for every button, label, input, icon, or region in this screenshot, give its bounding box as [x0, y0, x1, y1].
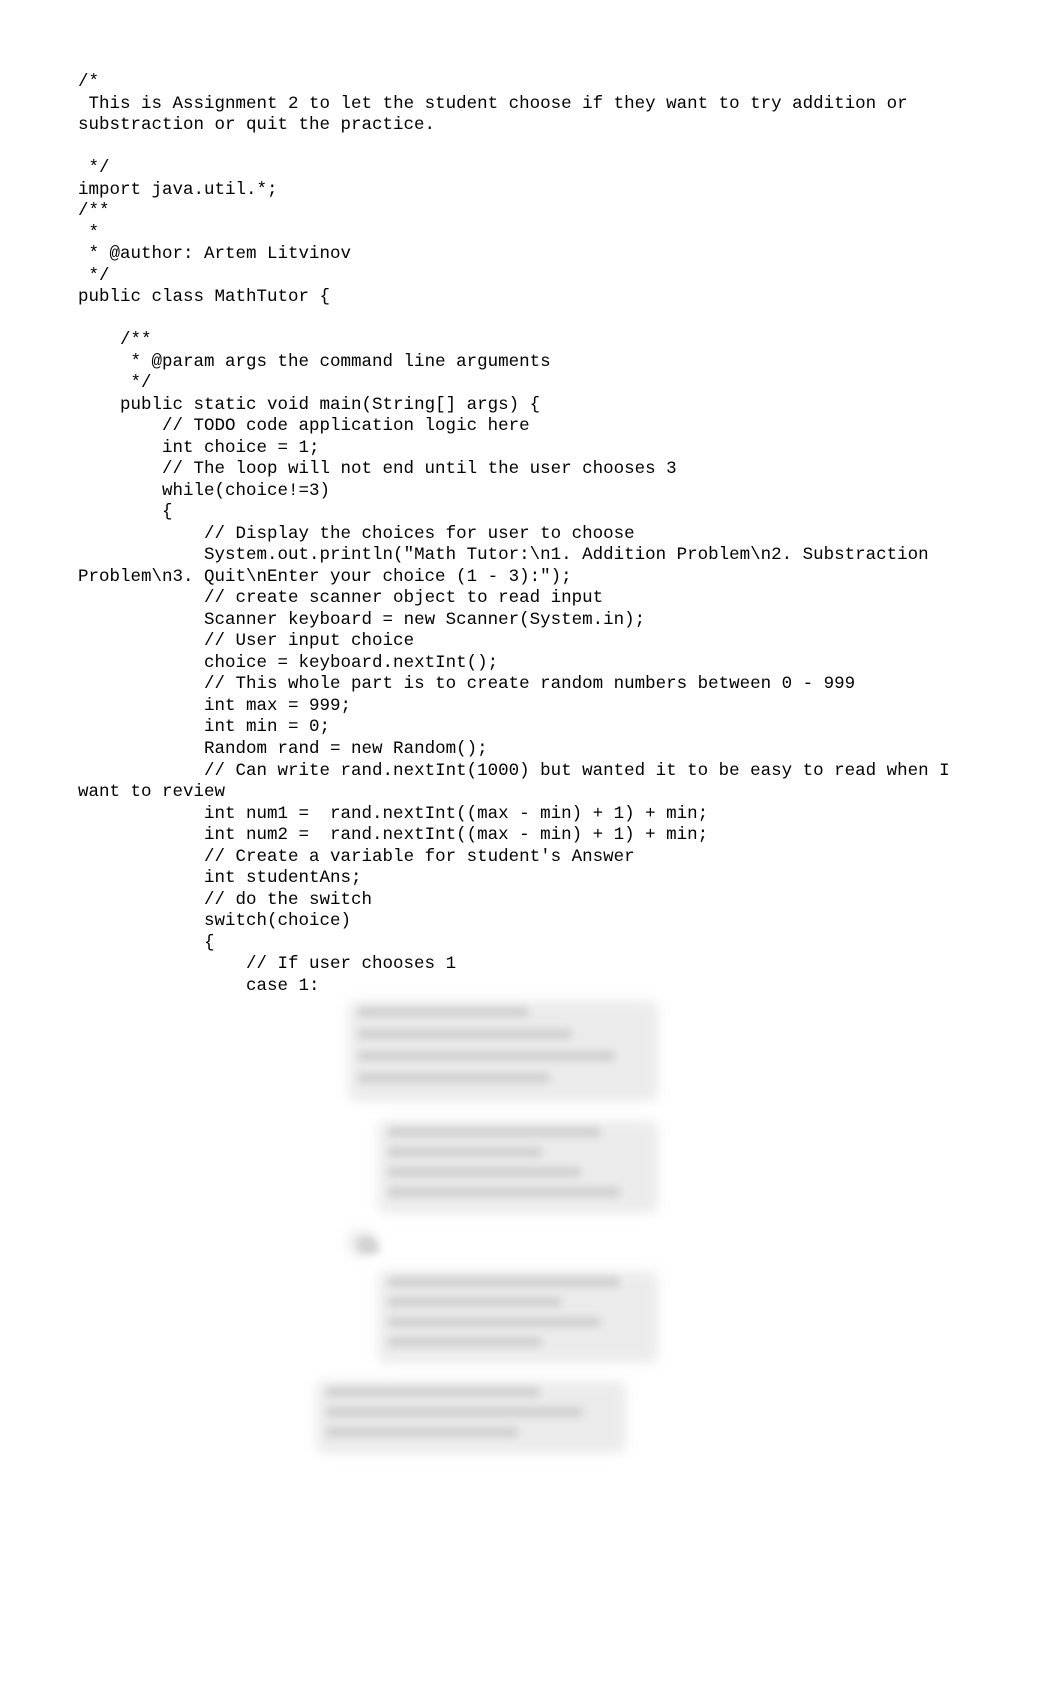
blurred-line [388, 1167, 581, 1177]
blurred-line [326, 1427, 518, 1437]
blurred-line [388, 1187, 620, 1197]
blurred-line [358, 1007, 529, 1017]
blurred-line [326, 1407, 583, 1417]
blurred-line [388, 1277, 620, 1287]
blurred-line [388, 1147, 542, 1157]
code-document: /* This is Assignment 2 to let the stude… [0, 0, 1062, 1481]
blurred-line [358, 1073, 550, 1083]
blurred-preview-region [78, 1001, 984, 1481]
source-code: /* This is Assignment 2 to let the stude… [78, 72, 984, 997]
blurred-line [388, 1337, 542, 1347]
blurred-line [388, 1317, 601, 1327]
blurred-line [358, 1051, 615, 1061]
blurred-line [358, 1029, 572, 1039]
blurred-line [388, 1127, 601, 1137]
blurred-line [388, 1297, 562, 1307]
blurred-line [326, 1387, 540, 1397]
blurred-line [358, 1243, 379, 1253]
